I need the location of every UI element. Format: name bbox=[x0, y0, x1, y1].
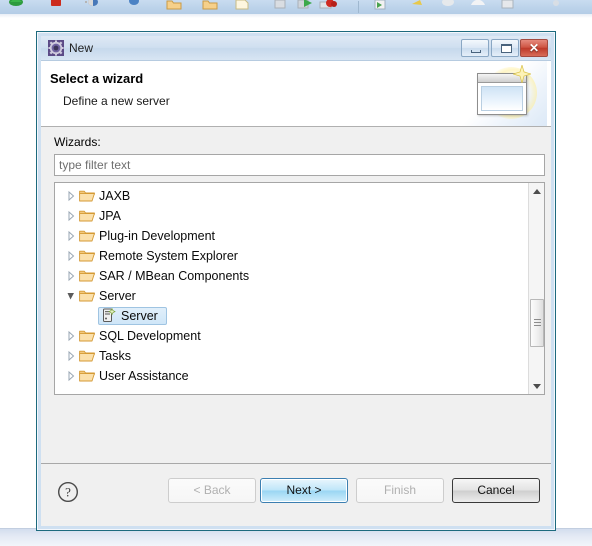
page-title: Select a wizard bbox=[50, 71, 144, 86]
dialog-title-bar[interactable]: New ✕ bbox=[41, 36, 551, 61]
minimize-icon bbox=[471, 50, 481, 53]
wizard-banner: Select a wizard Define a new server bbox=[41, 61, 551, 127]
tree-item-label: Server bbox=[99, 289, 136, 303]
help-question-icon[interactable]: ? bbox=[57, 481, 79, 503]
banner-window-body bbox=[481, 86, 523, 111]
tree-item-label: Plug-in Development bbox=[99, 229, 216, 243]
finish-button[interactable]: Finish bbox=[356, 478, 444, 503]
close-button[interactable]: ✕ bbox=[520, 39, 548, 57]
chevron-right-icon[interactable] bbox=[66, 206, 76, 226]
run-green-icon[interactable] bbox=[300, 0, 316, 13]
chevron-right-icon[interactable] bbox=[66, 326, 76, 346]
tree-item-label: SAR / MBean Components bbox=[99, 269, 250, 283]
folder-icon bbox=[79, 289, 95, 303]
folder-icon bbox=[79, 369, 95, 383]
tree-item[interactable]: Remote System Explorer bbox=[55, 246, 527, 266]
chevron-right-icon[interactable] bbox=[66, 366, 76, 386]
server-wizard-icon bbox=[102, 307, 117, 323]
next-button[interactable]: Next > bbox=[260, 478, 348, 503]
tree-item[interactable]: SAR / MBean Components bbox=[55, 266, 527, 286]
tree-item[interactable]: SQL Development bbox=[55, 326, 527, 346]
run-icon[interactable] bbox=[126, 0, 142, 13]
dialog-title: New bbox=[69, 41, 94, 55]
ide-status-strip bbox=[0, 529, 592, 546]
save-icon[interactable] bbox=[272, 0, 288, 13]
tree-item[interactable]: JAXB bbox=[55, 186, 527, 206]
tree-item[interactable]: User Assistance bbox=[55, 366, 527, 386]
maximize-button[interactable] bbox=[491, 39, 519, 57]
tree-item[interactable]: Plug-in Development bbox=[55, 226, 527, 246]
scroll-down-button[interactable] bbox=[529, 378, 544, 394]
tree-item-label: SQL Development bbox=[99, 329, 201, 343]
tree-item-label: JPA bbox=[99, 209, 121, 223]
scroll-up-arrow-icon bbox=[533, 189, 541, 194]
search-icon[interactable] bbox=[410, 0, 426, 13]
stop-icon[interactable] bbox=[48, 0, 64, 13]
stop-red-icon[interactable] bbox=[324, 0, 340, 13]
folder-icon bbox=[79, 189, 95, 203]
scrollbar-grip-line bbox=[534, 325, 541, 326]
ide-toolbar bbox=[0, 0, 592, 14]
tree-item[interactable]: Server bbox=[55, 306, 527, 326]
filter-input[interactable] bbox=[54, 154, 545, 176]
scrollbar-grip-line bbox=[534, 319, 541, 320]
debug-icon[interactable] bbox=[84, 0, 100, 13]
tree-vertical-scrollbar[interactable] bbox=[528, 183, 544, 394]
new-file-icon[interactable] bbox=[234, 0, 250, 13]
close-icon: ✕ bbox=[528, 41, 540, 55]
dialog-footer: ? < Back Next > Finish Cancel bbox=[41, 463, 551, 526]
banner-sparkle-icon bbox=[511, 63, 533, 85]
wizards-label: Wizards: bbox=[54, 135, 101, 149]
scroll-down-arrow-icon bbox=[533, 384, 541, 389]
back-navigation-icon[interactable] bbox=[8, 0, 24, 13]
quick-access-icon[interactable] bbox=[440, 0, 456, 13]
scrollbar-grip-line bbox=[534, 322, 541, 323]
folder-icon bbox=[79, 229, 95, 243]
chevron-down-icon[interactable] bbox=[66, 286, 76, 306]
tree-item[interactable]: JPA bbox=[55, 206, 527, 226]
folder-icon bbox=[79, 269, 95, 283]
chevron-right-icon[interactable] bbox=[66, 346, 76, 366]
wizard-tree[interactable]: JAXB JPA Plug-in Development Remote System … bbox=[54, 182, 545, 395]
toolbar-separator bbox=[358, 1, 359, 13]
dialog-inner-frame: New ✕ Select a wizard Define a new serve… bbox=[38, 33, 554, 529]
tree-item[interactable]: Server bbox=[55, 286, 527, 306]
maximize-icon bbox=[501, 44, 512, 53]
tree-item-label: Tasks bbox=[99, 349, 131, 363]
perspective-icon[interactable] bbox=[470, 0, 486, 13]
tree-item-label: JAXB bbox=[99, 189, 131, 203]
scroll-up-button[interactable] bbox=[529, 183, 544, 199]
open-type-icon[interactable] bbox=[500, 0, 516, 13]
dialog-content: Wizards: JAXB JPA Plug-in Development Remot… bbox=[41, 127, 551, 463]
external-tools-icon[interactable] bbox=[372, 0, 388, 13]
new-folder-icon[interactable] bbox=[166, 0, 182, 13]
minimize-button[interactable] bbox=[461, 39, 489, 57]
page-subtitle: Define a new server bbox=[63, 94, 170, 108]
folder-icon bbox=[79, 349, 95, 363]
wizard-tree-rows: JAXB JPA Plug-in Development Remote System … bbox=[55, 186, 527, 386]
wizard-banner-image bbox=[455, 61, 547, 126]
new-wizard-gear-icon bbox=[48, 40, 64, 56]
new-folder-alt-icon[interactable] bbox=[202, 0, 218, 13]
tree-item-label: Remote System Explorer bbox=[99, 249, 238, 263]
folder-icon bbox=[79, 249, 95, 263]
misc-icon[interactable] bbox=[548, 0, 564, 13]
chevron-right-icon[interactable] bbox=[66, 226, 76, 246]
back-button[interactable]: < Back bbox=[168, 478, 256, 503]
cancel-button[interactable]: Cancel bbox=[452, 478, 540, 503]
chevron-right-icon[interactable] bbox=[66, 266, 76, 286]
new-wizard-dialog: New ✕ Select a wizard Define a new serve… bbox=[36, 31, 556, 531]
tree-item-label: User Assistance bbox=[99, 369, 189, 383]
svg-text:?: ? bbox=[65, 485, 71, 500]
folder-icon bbox=[79, 209, 95, 223]
scrollbar-thumb[interactable] bbox=[530, 299, 544, 347]
chevron-right-icon[interactable] bbox=[66, 246, 76, 266]
folder-icon bbox=[79, 329, 95, 343]
tree-item[interactable]: Tasks bbox=[55, 346, 527, 366]
chevron-right-icon[interactable] bbox=[66, 186, 76, 206]
